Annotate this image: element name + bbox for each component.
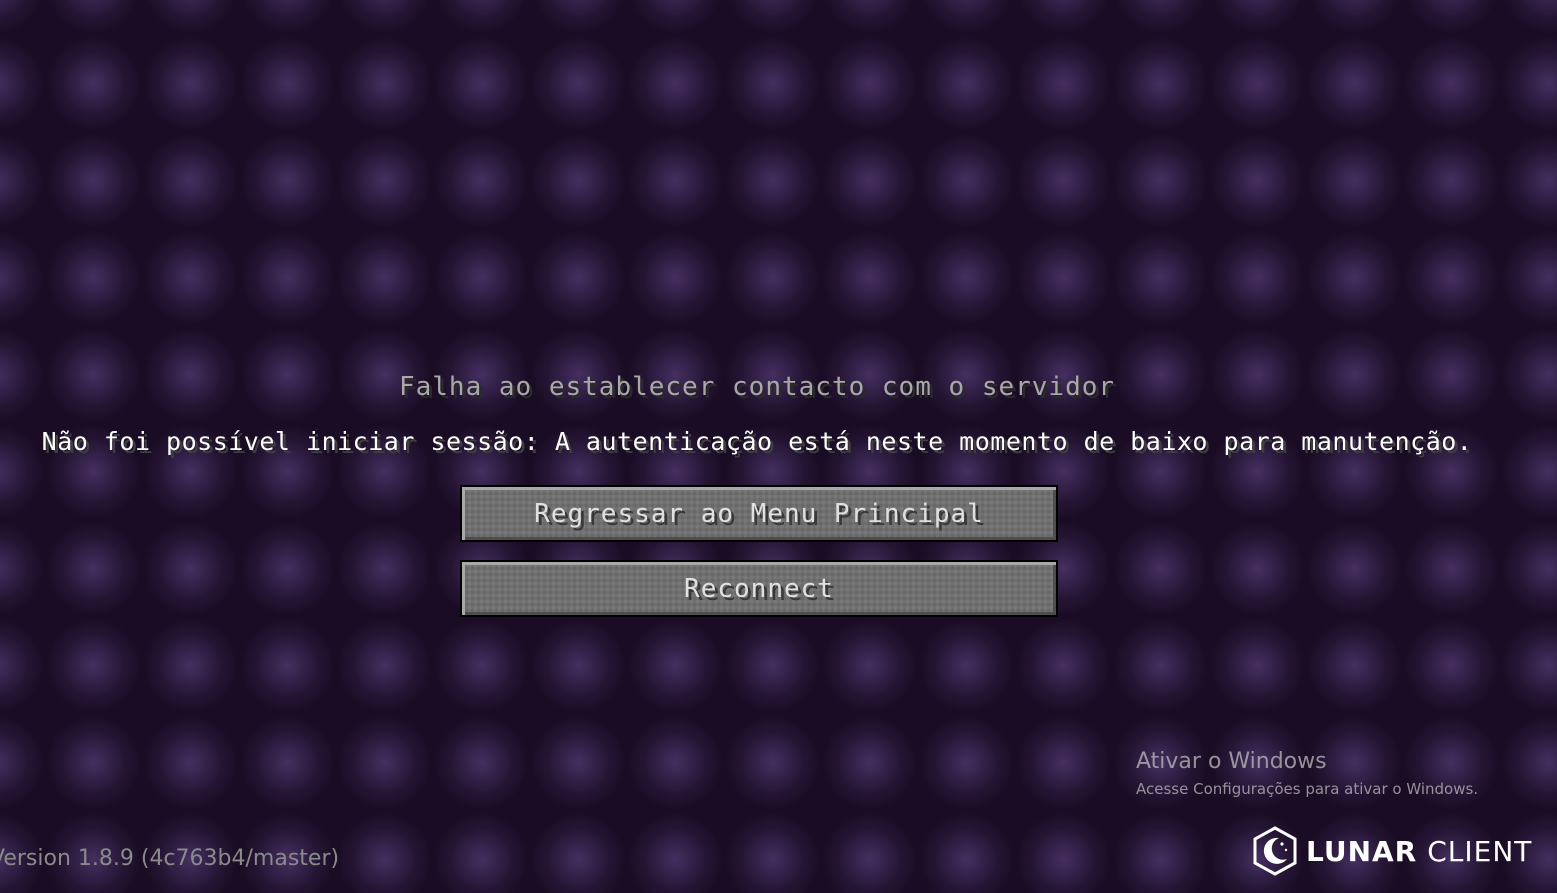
- lunar-moon-icon: [1253, 826, 1297, 876]
- windows-activation-watermark: Ativar o Windows Acesse Configurações pa…: [1136, 749, 1478, 798]
- disconnect-reason: Não foi possível iniciar sessão: A auten…: [41, 427, 1473, 456]
- client-brand-word: CLIENT: [1427, 834, 1533, 868]
- reconnect-button[interactable]: Reconnect: [460, 560, 1058, 617]
- back-to-main-menu-button[interactable]: Regressar ao Menu Principal: [460, 485, 1058, 542]
- windows-activation-subtitle: Acesse Configurações para ativar o Windo…: [1136, 780, 1479, 798]
- lunar-client-logo: LUNAR CLIENT: [1252, 826, 1532, 876]
- back-to-main-menu-label: Regressar ao Menu Principal: [534, 498, 984, 529]
- disconnect-screen: Falha ao establecer contacto com o servi…: [0, 0, 1557, 893]
- windows-activation-title: Ativar o Windows: [1136, 749, 1327, 774]
- lunar-brand-word: LUNAR: [1306, 834, 1418, 868]
- reconnect-label: Reconnect: [684, 573, 834, 604]
- disconnect-title: Falha ao establecer contacto com o servi…: [398, 372, 1116, 402]
- version-label: Version 1.8.9 (4c763b4/master): [0, 846, 340, 871]
